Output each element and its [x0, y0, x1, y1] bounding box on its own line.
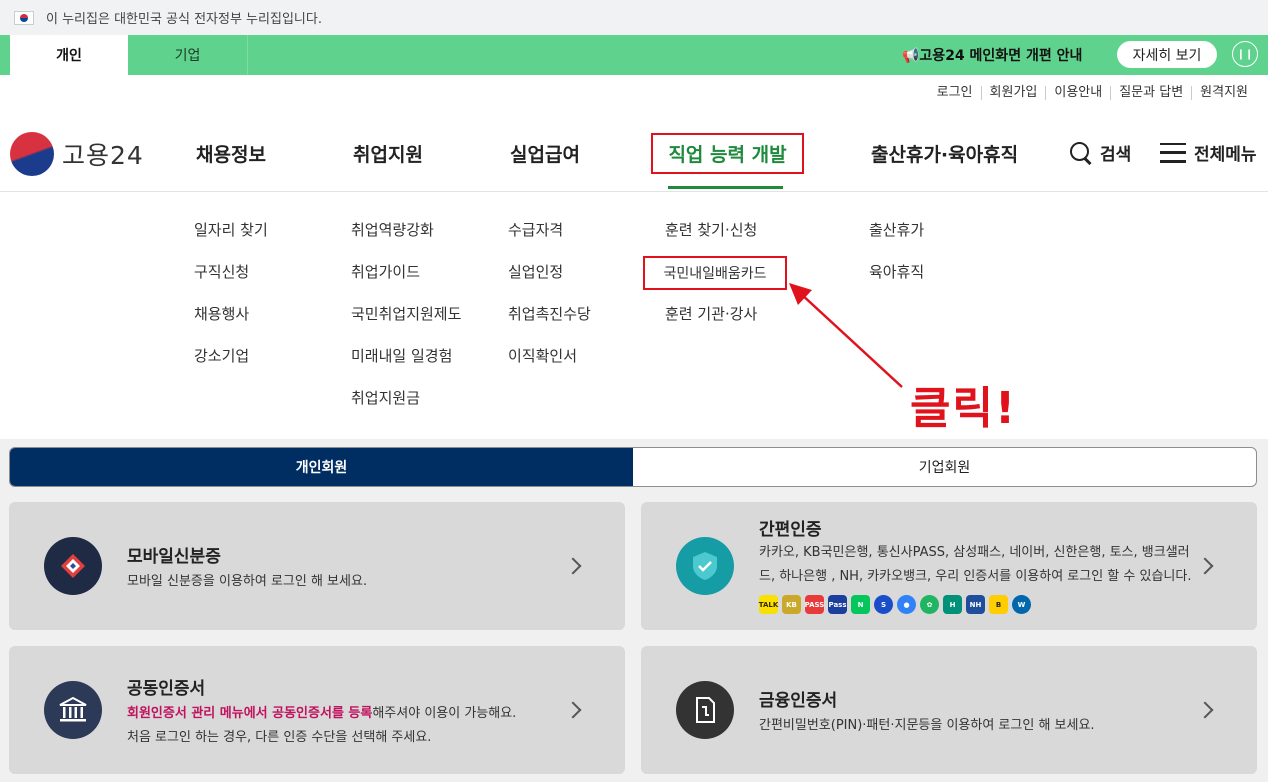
submenu-small-giant[interactable]: 강소기업	[194, 345, 249, 366]
search-label: 검색	[1100, 145, 1132, 165]
search-icon	[1070, 141, 1092, 164]
guide-link[interactable]: 이용안내	[1045, 86, 1110, 100]
tab-business-member[interactable]: 기업회원	[633, 448, 1256, 486]
logo-text: 고용24	[62, 141, 144, 170]
joint-cert-desc-line2: 처음 로그인 하는 경우, 다른 인증 수단을 선택해 주세요.	[127, 730, 432, 745]
simple-auth-desc-line1: 카카오, KB국민은행, 통신사PASS, 삼성패스, 네이버, 신한은행, 토…	[759, 545, 1190, 560]
submenu-job-fair[interactable]: 채용행사	[194, 303, 249, 324]
login-link[interactable]: 로그인	[929, 86, 981, 100]
kb-icon: KB	[782, 595, 801, 614]
samsung-pass-icon: Pass	[828, 595, 847, 614]
search-button[interactable]: 검색	[1070, 140, 1131, 165]
chevron-right-icon	[564, 701, 582, 719]
woori-icon: W	[1012, 595, 1031, 614]
all-menu-label: 전체메뉴	[1194, 145, 1257, 165]
all-menu-button[interactable]: 전체메뉴	[1160, 140, 1257, 165]
document-icon	[676, 681, 734, 739]
gov-banner: 이 누리집은 대한민국 공식 전자정부 누리집입니다.	[0, 0, 1268, 35]
submenu-capacity[interactable]: 취업역량강화	[351, 219, 434, 240]
joint-cert-highlight[interactable]: 회원인증서 관리 메뉴에서 공동인증서를 등록	[127, 706, 372, 721]
naver-icon: N	[851, 595, 870, 614]
nh-icon: NH	[966, 595, 985, 614]
shinhan-icon: S	[874, 595, 893, 614]
nav-employment-support[interactable]: 취업지원	[353, 140, 423, 167]
submenu-recognition[interactable]: 실업인정	[508, 261, 563, 282]
nav-active-underline	[668, 186, 783, 189]
toss-icon: ●	[897, 595, 916, 614]
mobile-id-icon	[44, 537, 102, 595]
utility-links: 로그인 회원가입 이용안내 질문과 답변 원격지원	[929, 86, 1256, 100]
hamburger-icon	[1160, 142, 1186, 163]
finance-cert-title: 금융인증서	[759, 691, 838, 711]
bank-building-icon	[44, 681, 102, 739]
submenu-work-experience[interactable]: 미래내일 일경험	[351, 345, 452, 366]
submenu-support-fund[interactable]: 취업지원금	[351, 387, 420, 408]
banksalad-icon: ✿	[920, 595, 939, 614]
pause-icon[interactable]: ❙❙	[1232, 41, 1258, 67]
joint-cert-title: 공동인증서	[127, 679, 206, 699]
qna-link[interactable]: 질문과 답변	[1110, 86, 1191, 100]
simple-auth-card[interactable]: 간편인증 카카오, KB국민은행, 통신사PASS, 삼성패스, 네이버, 신한…	[641, 502, 1257, 630]
submenu-job-application[interactable]: 구직신청	[194, 261, 249, 282]
member-type-tabs: 개인회원 기업회원	[9, 447, 1257, 487]
submenu-training-institution[interactable]: 훈련 기관·강사	[665, 303, 757, 324]
tab-personal[interactable]: 개인	[10, 35, 128, 75]
chevron-right-icon	[1196, 701, 1214, 719]
joint-cert-card[interactable]: 공동인증서 회원인증서 관리 메뉴에서 공동인증서를 등록해주셔야 이용이 가능…	[9, 646, 625, 774]
joint-cert-desc-rest: 해주셔야 이용이 가능해요.	[372, 706, 517, 721]
mobile-id-desc: 모바일 신분증을 이용하여 로그인 해 보세요.	[127, 574, 368, 589]
submenu-national-support[interactable]: 국민취업지원제도	[351, 303, 461, 324]
kakao-icon: TALK	[759, 595, 778, 614]
mobile-id-title: 모바일신분증	[127, 547, 221, 567]
joint-cert-desc-line1: 회원인증서 관리 메뉴에서 공동인증서를 등록해주셔야 이용이 가능해요.	[127, 703, 516, 725]
finance-cert-card[interactable]: 금융인증서 간편비밀번호(PIN)·패턴·지문등을 이용하여 로그인 해 보세요…	[641, 646, 1257, 774]
notice-text[interactable]: 📢고용24 메인화면 개편 안내	[902, 45, 1082, 65]
submenu-guide[interactable]: 취업가이드	[351, 261, 420, 282]
gov-banner-text: 이 누리집은 대한민국 공식 전자정부 누리집입니다.	[46, 12, 322, 27]
shield-check-icon	[676, 537, 734, 595]
simple-auth-desc-line2: 드, 하나은행 , NH, 카카오뱅크, 우리 인증서를 이용하여 로그인 할 …	[759, 569, 1192, 584]
submenu-tomorrow-learning-card[interactable]: 국민내일배움카드	[643, 256, 787, 290]
click-annotation: 클릭!	[910, 383, 1018, 434]
pass-icon: PASS	[805, 595, 824, 614]
tab-personal-member[interactable]: 개인회원	[10, 448, 633, 486]
submenu-maternity[interactable]: 출산휴가	[869, 219, 924, 240]
chevron-right-icon	[1196, 557, 1214, 575]
hana-icon: H	[943, 595, 962, 614]
tab-business[interactable]: 기업	[128, 35, 248, 75]
remote-support-link[interactable]: 원격지원	[1191, 86, 1256, 100]
submenu-parental-leave[interactable]: 육아휴직	[869, 261, 924, 282]
notice-detail-button[interactable]: 자세히 보기	[1117, 41, 1217, 68]
top-bar: 개인 기업 📢고용24 메인화면 개편 안내 자세히 보기 ❙❙	[0, 35, 1268, 75]
chevron-right-icon	[564, 557, 582, 575]
kakaobank-icon: B	[989, 595, 1008, 614]
auth-provider-icons: TALK KB PASS Pass N S ● ✿ H NH B W	[759, 595, 1031, 614]
nav-maternity-leave[interactable]: 출산휴가·육아휴직	[871, 140, 1018, 167]
submenu-training-search[interactable]: 훈련 찾기·신청	[665, 219, 757, 240]
signup-link[interactable]: 회원가입	[980, 86, 1046, 100]
submenu-promotion-allowance[interactable]: 취업촉진수당	[508, 303, 591, 324]
simple-auth-title: 간편인증	[759, 520, 822, 540]
submenu-separation-certificate[interactable]: 이직확인서	[508, 345, 577, 366]
header-divider	[0, 191, 1268, 192]
mobile-id-card[interactable]: 모바일신분증 모바일 신분증을 이용하여 로그인 해 보세요.	[9, 502, 625, 630]
nav-unemployment-benefit[interactable]: 실업급여	[510, 140, 580, 167]
submenu-find-jobs[interactable]: 일자리 찾기	[194, 219, 268, 240]
nav-jobs[interactable]: 채용정보	[196, 140, 266, 167]
site-logo[interactable]: 고용24	[10, 132, 144, 176]
submenu-eligibility[interactable]: 수급자격	[508, 219, 563, 240]
nav-vocational-training[interactable]: 직업 능력 개발	[651, 133, 804, 174]
taegeuk-logo-icon	[10, 132, 54, 176]
korea-flag-icon	[14, 10, 34, 25]
finance-cert-desc: 간편비밀번호(PIN)·패턴·지문등을 이용하여 로그인 해 보세요.	[759, 718, 1095, 733]
